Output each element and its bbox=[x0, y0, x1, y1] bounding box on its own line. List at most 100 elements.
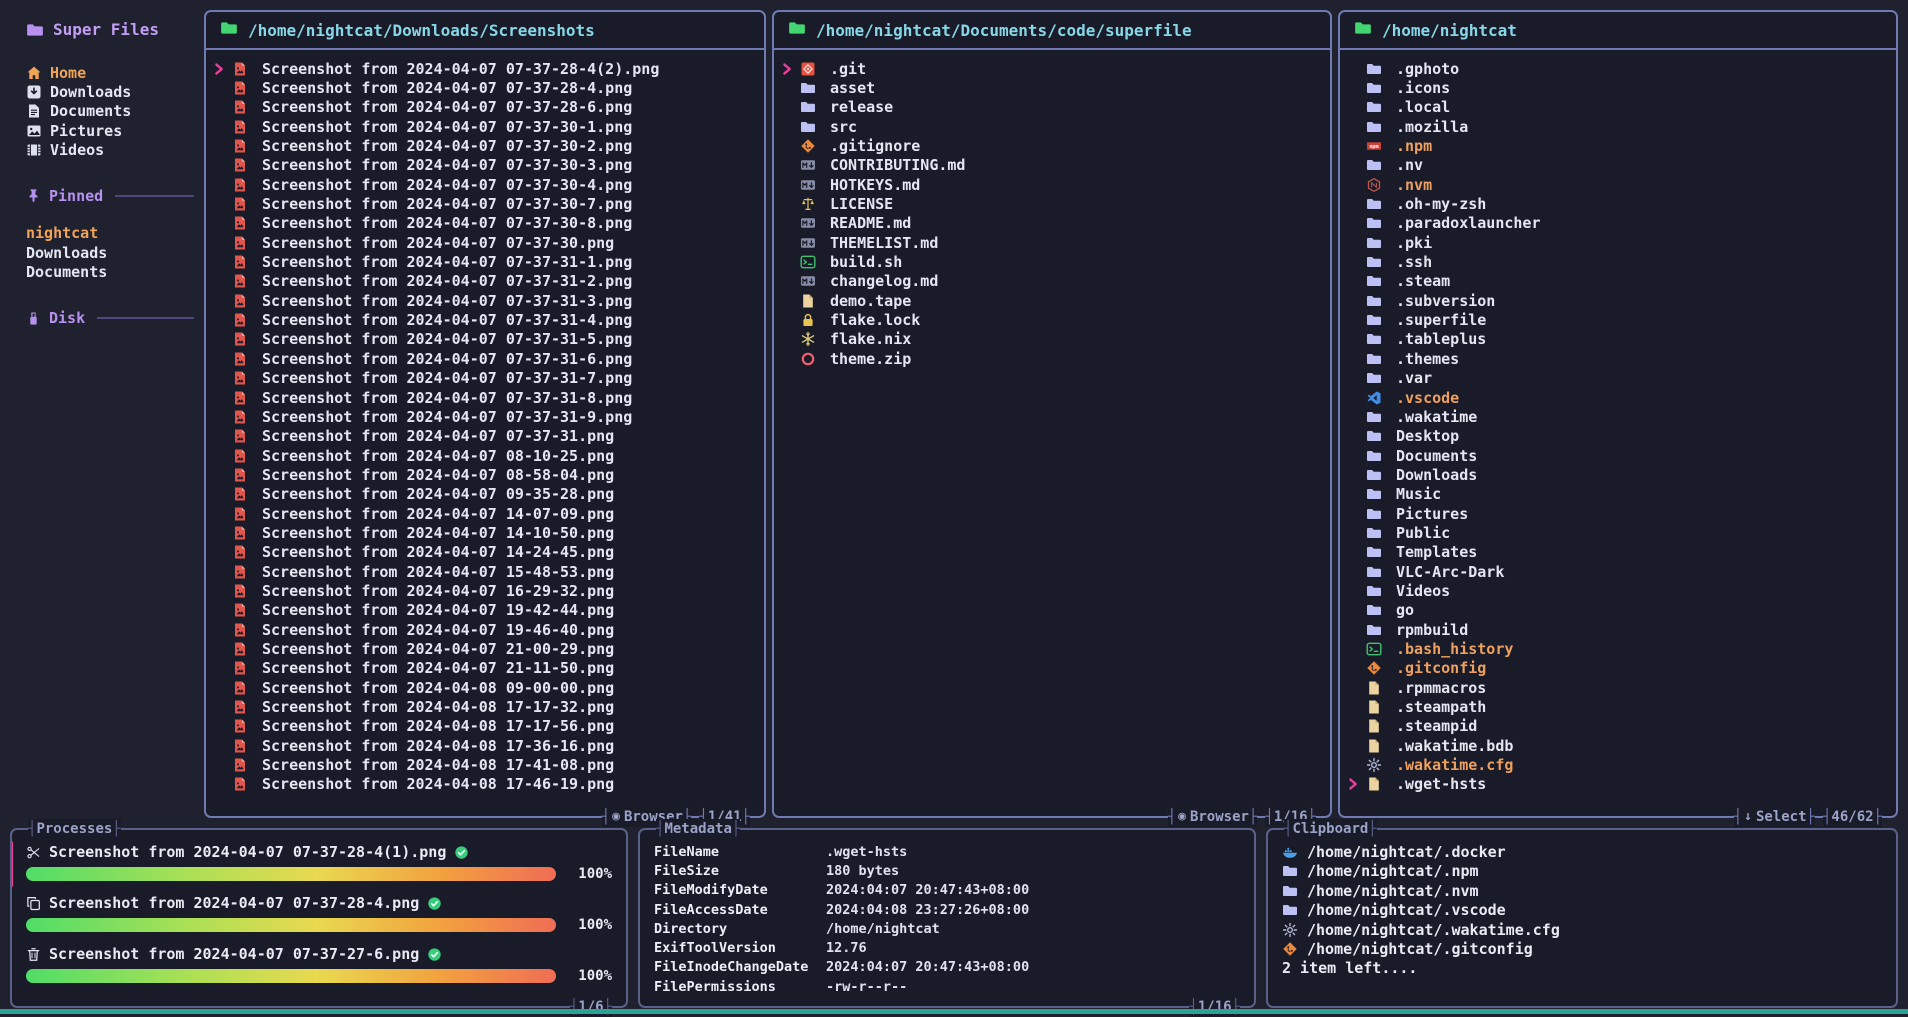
file-row[interactable]: Screenshot from 2024-04-07 07-37-30-1.pn… bbox=[212, 117, 760, 136]
file-row[interactable]: Screenshot from 2024-04-07 09-35-28.png bbox=[212, 485, 760, 504]
file-row[interactable]: LICENSE bbox=[780, 194, 1326, 213]
file-row[interactable]: Screenshot from 2024-04-07 15-48-53.png bbox=[212, 562, 760, 581]
file-row[interactable]: .steampid bbox=[1346, 717, 1892, 736]
file-row[interactable]: Screenshot from 2024-04-07 07-37-31-9.pn… bbox=[212, 407, 760, 426]
file-row[interactable]: .nv bbox=[1346, 156, 1892, 175]
file-row[interactable]: Screenshot from 2024-04-07 07-37-30-2.pn… bbox=[212, 136, 760, 155]
file-row[interactable]: Desktop bbox=[1346, 427, 1892, 446]
file-row[interactable]: flake.nix bbox=[780, 330, 1326, 349]
sidebar-item-documents[interactable]: Documents bbox=[26, 102, 196, 121]
file-row[interactable]: .wget-hsts bbox=[1346, 775, 1892, 794]
file-row[interactable]: Screenshot from 2024-04-08 17-17-32.png bbox=[212, 697, 760, 716]
file-row[interactable]: flake.lock bbox=[780, 310, 1326, 329]
file-row[interactable]: release bbox=[780, 98, 1326, 117]
file-row[interactable]: .local bbox=[1346, 98, 1892, 117]
file-row[interactable]: src bbox=[780, 117, 1326, 136]
file-row[interactable]: demo.tape bbox=[780, 291, 1326, 310]
sidebar-item-videos[interactable]: Videos bbox=[26, 141, 196, 160]
file-row[interactable]: .tableplus bbox=[1346, 330, 1892, 349]
file-row[interactable]: .wakatime bbox=[1346, 407, 1892, 426]
file-row[interactable]: Screenshot from 2024-04-07 07-37-31-7.pn… bbox=[212, 369, 760, 388]
sidebar-item-pictures[interactable]: Pictures bbox=[26, 121, 196, 140]
file-row[interactable]: .themes bbox=[1346, 349, 1892, 368]
file-row[interactable]: Screenshot from 2024-04-07 14-10-50.png bbox=[212, 523, 760, 542]
file-row[interactable]: Screenshot from 2024-04-07 07-37-30-8.pn… bbox=[212, 214, 760, 233]
file-row[interactable]: Downloads bbox=[1346, 465, 1892, 484]
file-row[interactable]: Screenshot from 2024-04-07 08-10-25.png bbox=[212, 446, 760, 465]
file-row[interactable]: .git bbox=[780, 59, 1326, 78]
file-row[interactable]: Screenshot from 2024-04-07 07-37-31-2.pn… bbox=[212, 272, 760, 291]
file-row[interactable]: Screenshot from 2024-04-07 21-00-29.png bbox=[212, 639, 760, 658]
file-row[interactable]: Documents bbox=[1346, 446, 1892, 465]
file-row[interactable]: .bash_history bbox=[1346, 639, 1892, 658]
sidebar-pinned-downloads[interactable]: Downloads bbox=[26, 244, 196, 263]
file-row[interactable]: Screenshot from 2024-04-07 07-37-30-7.pn… bbox=[212, 194, 760, 213]
file-row[interactable]: .superfile bbox=[1346, 310, 1892, 329]
file-row[interactable]: .steam bbox=[1346, 272, 1892, 291]
file-row[interactable]: README.md bbox=[780, 214, 1326, 233]
sidebar-item-home[interactable]: Home bbox=[26, 63, 196, 82]
file-row[interactable]: .pki bbox=[1346, 233, 1892, 252]
process-item[interactable]: Screenshot from 2024-04-07 07-37-28-4(1)… bbox=[26, 842, 612, 882]
file-row[interactable]: Videos bbox=[1346, 581, 1892, 600]
file-row[interactable]: THEMELIST.md bbox=[780, 233, 1326, 252]
file-row[interactable]: HOTKEYS.md bbox=[780, 175, 1326, 194]
file-row[interactable]: .paradoxlauncher bbox=[1346, 214, 1892, 233]
file-row[interactable]: Screenshot from 2024-04-07 07-37-31-4.pn… bbox=[212, 310, 760, 329]
file-row[interactable]: Screenshot from 2024-04-07 07-37-28-4.pn… bbox=[212, 78, 760, 97]
file-row[interactable]: Screenshot from 2024-04-07 07-37-28-4(2)… bbox=[212, 59, 760, 78]
file-row[interactable]: Screenshot from 2024-04-07 19-42-44.png bbox=[212, 601, 760, 620]
file-row[interactable]: Screenshot from 2024-04-07 14-07-09.png bbox=[212, 504, 760, 523]
file-row[interactable]: changelog.md bbox=[780, 272, 1326, 291]
sidebar-item-downloads[interactable]: Downloads bbox=[26, 82, 196, 101]
file-row[interactable]: theme.zip bbox=[780, 349, 1326, 368]
sidebar-pinned-nightcat[interactable]: nightcat bbox=[26, 224, 196, 243]
file-row[interactable]: .gitignore bbox=[780, 136, 1326, 155]
file-row[interactable]: Screenshot from 2024-04-07 14-24-45.png bbox=[212, 543, 760, 562]
file-row[interactable]: Screenshot from 2024-04-07 07-37-31-6.pn… bbox=[212, 349, 760, 368]
file-row[interactable]: Public bbox=[1346, 523, 1892, 542]
file-row[interactable]: .gitconfig bbox=[1346, 659, 1892, 678]
file-row[interactable]: .nvm bbox=[1346, 175, 1892, 194]
file-row[interactable]: rpmbuild bbox=[1346, 620, 1892, 639]
file-row[interactable]: .steampath bbox=[1346, 697, 1892, 716]
file-row[interactable]: .subversion bbox=[1346, 291, 1892, 310]
file-row[interactable]: Screenshot from 2024-04-07 07-37-31-8.pn… bbox=[212, 388, 760, 407]
sidebar-pinned-documents[interactable]: Documents bbox=[26, 263, 196, 282]
file-row[interactable]: .var bbox=[1346, 369, 1892, 388]
file-row[interactable]: .gphoto bbox=[1346, 59, 1892, 78]
file-row[interactable]: build.sh bbox=[780, 252, 1326, 271]
file-row[interactable]: Screenshot from 2024-04-07 07-37-31-1.pn… bbox=[212, 252, 760, 271]
file-row[interactable]: Screenshot from 2024-04-07 16-29-32.png bbox=[212, 581, 760, 600]
file-row[interactable]: .oh-my-zsh bbox=[1346, 194, 1892, 213]
file-row[interactable]: .mozilla bbox=[1346, 117, 1892, 136]
file-row[interactable]: Screenshot from 2024-04-07 07-37-30.png bbox=[212, 233, 760, 252]
file-row[interactable]: Screenshot from 2024-04-08 17-41-08.png bbox=[212, 755, 760, 774]
file-row[interactable]: .ssh bbox=[1346, 252, 1892, 271]
file-row[interactable]: Music bbox=[1346, 485, 1892, 504]
file-row[interactable]: Screenshot from 2024-04-08 17-36-16.png bbox=[212, 736, 760, 755]
file-row[interactable]: Pictures bbox=[1346, 504, 1892, 523]
file-row[interactable]: asset bbox=[780, 78, 1326, 97]
file-row[interactable]: .icons bbox=[1346, 78, 1892, 97]
file-row[interactable]: .vscode bbox=[1346, 388, 1892, 407]
file-row[interactable]: .wakatime.cfg bbox=[1346, 755, 1892, 774]
file-row[interactable]: Screenshot from 2024-04-07 07-37-31.png bbox=[212, 427, 760, 446]
file-row[interactable]: Templates bbox=[1346, 543, 1892, 562]
process-item[interactable]: Screenshot from 2024-04-07 07-37-28-4.pn… bbox=[26, 893, 612, 933]
file-row[interactable]: .rpmmacros bbox=[1346, 678, 1892, 697]
file-row[interactable]: npm.npm bbox=[1346, 136, 1892, 155]
file-row[interactable]: Screenshot from 2024-04-07 07-37-30-3.pn… bbox=[212, 156, 760, 175]
file-row[interactable]: Screenshot from 2024-04-08 17-46-19.png bbox=[212, 775, 760, 794]
file-row[interactable]: Screenshot from 2024-04-08 09-00-00.png bbox=[212, 678, 760, 697]
file-row[interactable]: Screenshot from 2024-04-07 19-46-40.png bbox=[212, 620, 760, 639]
file-row[interactable]: Screenshot from 2024-04-07 07-37-28-6.pn… bbox=[212, 98, 760, 117]
file-row[interactable]: go bbox=[1346, 601, 1892, 620]
file-row[interactable]: VLC-Arc-Dark bbox=[1346, 562, 1892, 581]
file-row[interactable]: Screenshot from 2024-04-07 07-37-30-4.pn… bbox=[212, 175, 760, 194]
file-row[interactable]: Screenshot from 2024-04-07 07-37-31-5.pn… bbox=[212, 330, 760, 349]
file-row[interactable]: Screenshot from 2024-04-08 17-17-56.png bbox=[212, 717, 760, 736]
file-row[interactable]: CONTRIBUTING.md bbox=[780, 156, 1326, 175]
process-item[interactable]: Screenshot from 2024-04-07 07-37-27-6.pn… bbox=[26, 944, 612, 984]
file-row[interactable]: .wakatime.bdb bbox=[1346, 736, 1892, 755]
